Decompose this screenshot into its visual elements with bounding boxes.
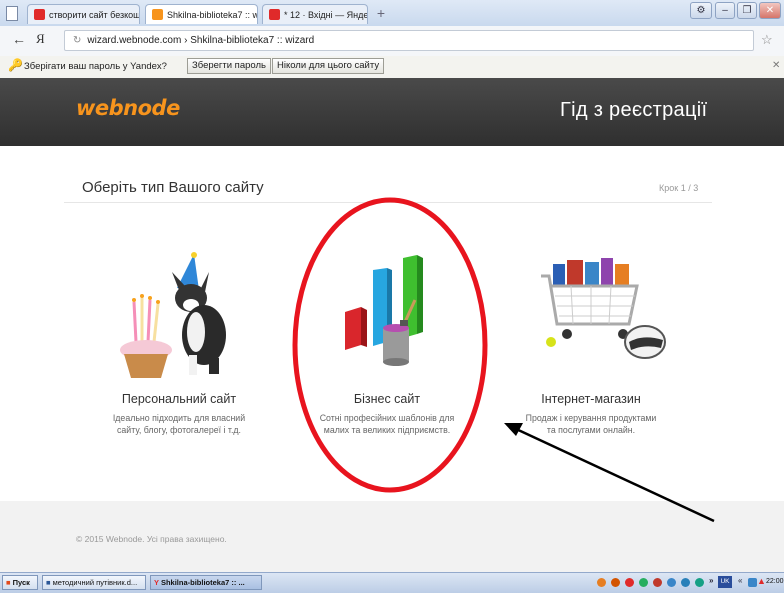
yandex-logo-icon[interactable]: Я bbox=[36, 31, 45, 47]
copyright-text: © 2015 Webnode. Усі права захищено. bbox=[76, 534, 227, 544]
tray-app-icon[interactable] bbox=[681, 578, 690, 587]
option-desc-line1: Ідеально підходить для власний bbox=[112, 413, 246, 423]
tab-label: створити сайт безкоштовн bbox=[49, 9, 140, 20]
tray-expand-icon[interactable]: « bbox=[738, 576, 742, 585]
start-button[interactable]: ■ Пуск bbox=[2, 575, 38, 590]
business-site-option[interactable]: Бізнес сайт Сотні професійних шаблонів д… bbox=[287, 250, 487, 450]
clock: 22:00 bbox=[766, 578, 784, 585]
option-desc-line2: та послугами онлайн. bbox=[546, 425, 636, 435]
tab-label: * 12 · Вхідні — Яндекс.П bbox=[284, 9, 368, 20]
option-desc-line1: Продаж і керування продуктами bbox=[525, 413, 657, 423]
page-icon[interactable] bbox=[6, 6, 18, 21]
tab-yandex-mail[interactable]: * 12 · Вхідні — Яндекс.П bbox=[262, 4, 368, 24]
key-icon: 🔑 bbox=[8, 58, 23, 72]
network-icon[interactable] bbox=[748, 578, 757, 587]
dog-cupcake-illustration bbox=[120, 252, 226, 378]
option-desc-line1: Сотні професійних шаблонів для bbox=[319, 413, 455, 423]
yandex-favicon-icon bbox=[34, 9, 45, 20]
option-title: Персональний сайт bbox=[121, 392, 237, 406]
personal-site-option[interactable]: Персональний сайт Ідеально підходить для… bbox=[79, 250, 279, 450]
yandex-browser-icon: Y bbox=[154, 578, 159, 587]
option-desc-line2: сайту, блогу, фотогалереї і т.д. bbox=[117, 425, 241, 435]
bookmark-star-icon[interactable]: ☆ bbox=[761, 32, 773, 48]
windows-flag-icon: ■ bbox=[6, 578, 11, 587]
taskbar-item-browser[interactable]: Y Shkilna-biblioteka7 :: ... bbox=[150, 575, 262, 590]
webnode-favicon-icon bbox=[152, 9, 163, 20]
tray-app-icon[interactable] bbox=[611, 578, 620, 587]
option-desc-line2: малих та великих підприємств. bbox=[323, 425, 451, 435]
taskbar-item-label: Shkilna-biblioteka7 :: ... bbox=[160, 578, 245, 587]
taskbar-item-word-doc[interactable]: ■ методичний путівник.d... bbox=[42, 575, 146, 590]
close-bar-icon[interactable]: ✕ bbox=[772, 60, 780, 71]
warning-icon[interactable]: ▲ bbox=[757, 576, 766, 586]
word-doc-icon: ■ bbox=[46, 578, 51, 587]
tray-app-icon[interactable] bbox=[625, 578, 634, 587]
step-indicator: Крок 1 / 3 bbox=[659, 183, 699, 193]
taskbar-item-label: методичний путівник.d... bbox=[52, 578, 138, 587]
new-tab-button[interactable]: + bbox=[372, 6, 390, 22]
maximize-button[interactable]: ❐ bbox=[737, 2, 757, 19]
never-save-button[interactable]: Ніколи для цього сайту bbox=[272, 58, 385, 74]
address-text: wizard.webnode.com › Shkilna-biblioteka7… bbox=[87, 35, 315, 46]
tray-app-icon[interactable] bbox=[639, 578, 648, 587]
webnode-logo[interactable]: webnode bbox=[76, 96, 180, 120]
save-password-button[interactable]: Зберегти пароль bbox=[187, 58, 271, 74]
password-prompt: Зберігати ваш пароль у Yandex? bbox=[24, 61, 167, 72]
mail-favicon-icon bbox=[269, 9, 280, 20]
tray-app-icon[interactable] bbox=[667, 578, 676, 587]
bar-chart-paint-illustration bbox=[345, 255, 423, 366]
page-title: Оберіть тип Вашого сайту bbox=[82, 179, 264, 196]
option-title: Бізнес сайт bbox=[353, 392, 421, 406]
minimize-button[interactable]: – bbox=[715, 2, 735, 19]
option-title: Інтернет-магазин bbox=[541, 392, 641, 406]
registration-guide-title: Гід з реєстрації bbox=[560, 99, 708, 121]
back-icon[interactable]: ← bbox=[12, 31, 26, 47]
divider bbox=[64, 202, 712, 203]
language-indicator[interactable]: UK bbox=[718, 576, 732, 588]
settings-icon[interactable]: ⚙ bbox=[690, 2, 712, 19]
start-label: Пуск bbox=[12, 578, 30, 587]
shopping-cart-illustration bbox=[541, 258, 666, 359]
tray-more-icon[interactable]: » bbox=[709, 576, 713, 585]
eshop-option[interactable]: Інтернет-магазин Продаж і керування прод… bbox=[491, 250, 691, 450]
tray-app-icon[interactable] bbox=[695, 578, 704, 587]
close-window-button[interactable]: ✕ bbox=[759, 2, 781, 19]
tray-app-icon[interactable] bbox=[653, 578, 662, 587]
reload-icon[interactable]: ↻ bbox=[73, 35, 81, 46]
tab-webnode-wizard[interactable]: Shkilna-biblioteka7 :: wiz ✕ bbox=[145, 4, 258, 24]
tab-create-site[interactable]: створити сайт безкоштовн bbox=[27, 4, 140, 24]
tab-label: Shkilna-biblioteka7 :: wiz bbox=[167, 9, 258, 20]
address-input[interactable]: ↻ wizard.webnode.com › Shkilna-biblioteka… bbox=[64, 30, 754, 51]
tray-app-icon[interactable] bbox=[597, 578, 606, 587]
